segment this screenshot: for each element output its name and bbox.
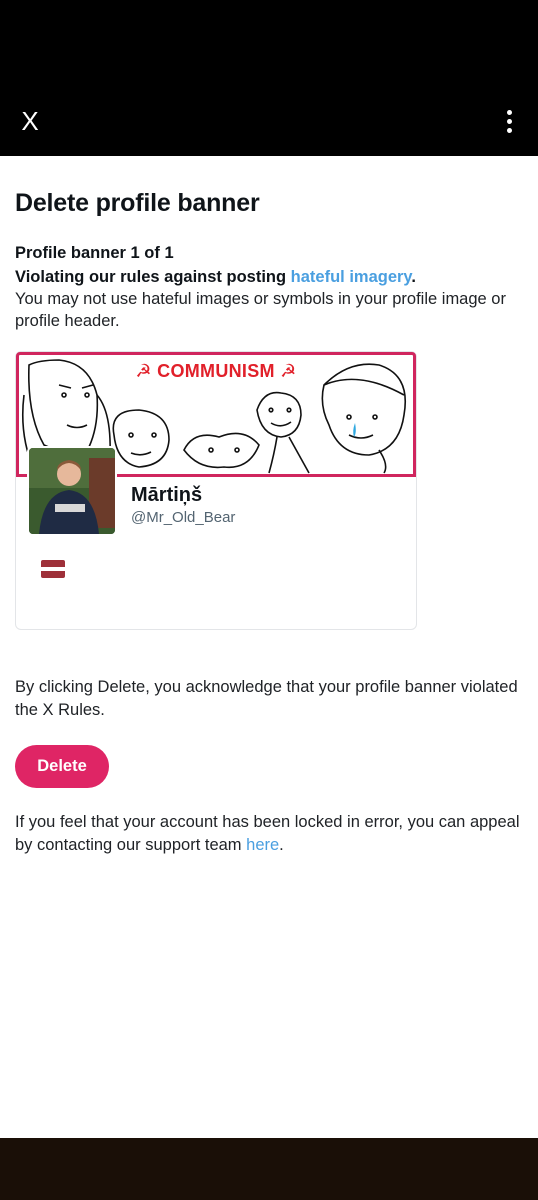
appeal-suffix: . (279, 836, 284, 854)
profile-card: ☭ COMMUNISM ☭ Mārtiņš @Mr_Old_Bear (15, 351, 417, 630)
rule-suffix: . (411, 268, 416, 286)
system-navigation-bar (0, 1138, 538, 1200)
avatar-photo (29, 448, 115, 534)
banner-caption: ☭ COMMUNISM ☭ (135, 361, 297, 381)
top-bar: X (0, 0, 538, 156)
latvia-flag-icon (41, 560, 65, 578)
acknowledge-text: By clicking Delete, you acknowledge that… (15, 678, 518, 719)
delete-button[interactable]: Delete (15, 745, 109, 788)
rule-description: You may not use hateful images or symbol… (15, 290, 506, 330)
profile-avatar[interactable] (27, 446, 117, 536)
display-name: Mārtiņš (131, 484, 203, 506)
user-handle: @Mr_Old_Bear (131, 509, 236, 526)
hateful-imagery-link[interactable]: hateful imagery (291, 268, 412, 286)
more-options-icon[interactable] (500, 108, 520, 136)
page-title: Delete profile banner (15, 189, 260, 217)
support-here-link[interactable]: here (246, 836, 279, 854)
appeal-text: If you feel that your account has been l… (15, 811, 525, 857)
banner-count: Profile banner 1 of 1 (15, 244, 174, 262)
rule-prefix: Violating our rules against posting (15, 268, 291, 286)
close-button[interactable]: X (18, 106, 42, 136)
rule-violation-line: Violating our rules against posting hate… (15, 266, 416, 288)
